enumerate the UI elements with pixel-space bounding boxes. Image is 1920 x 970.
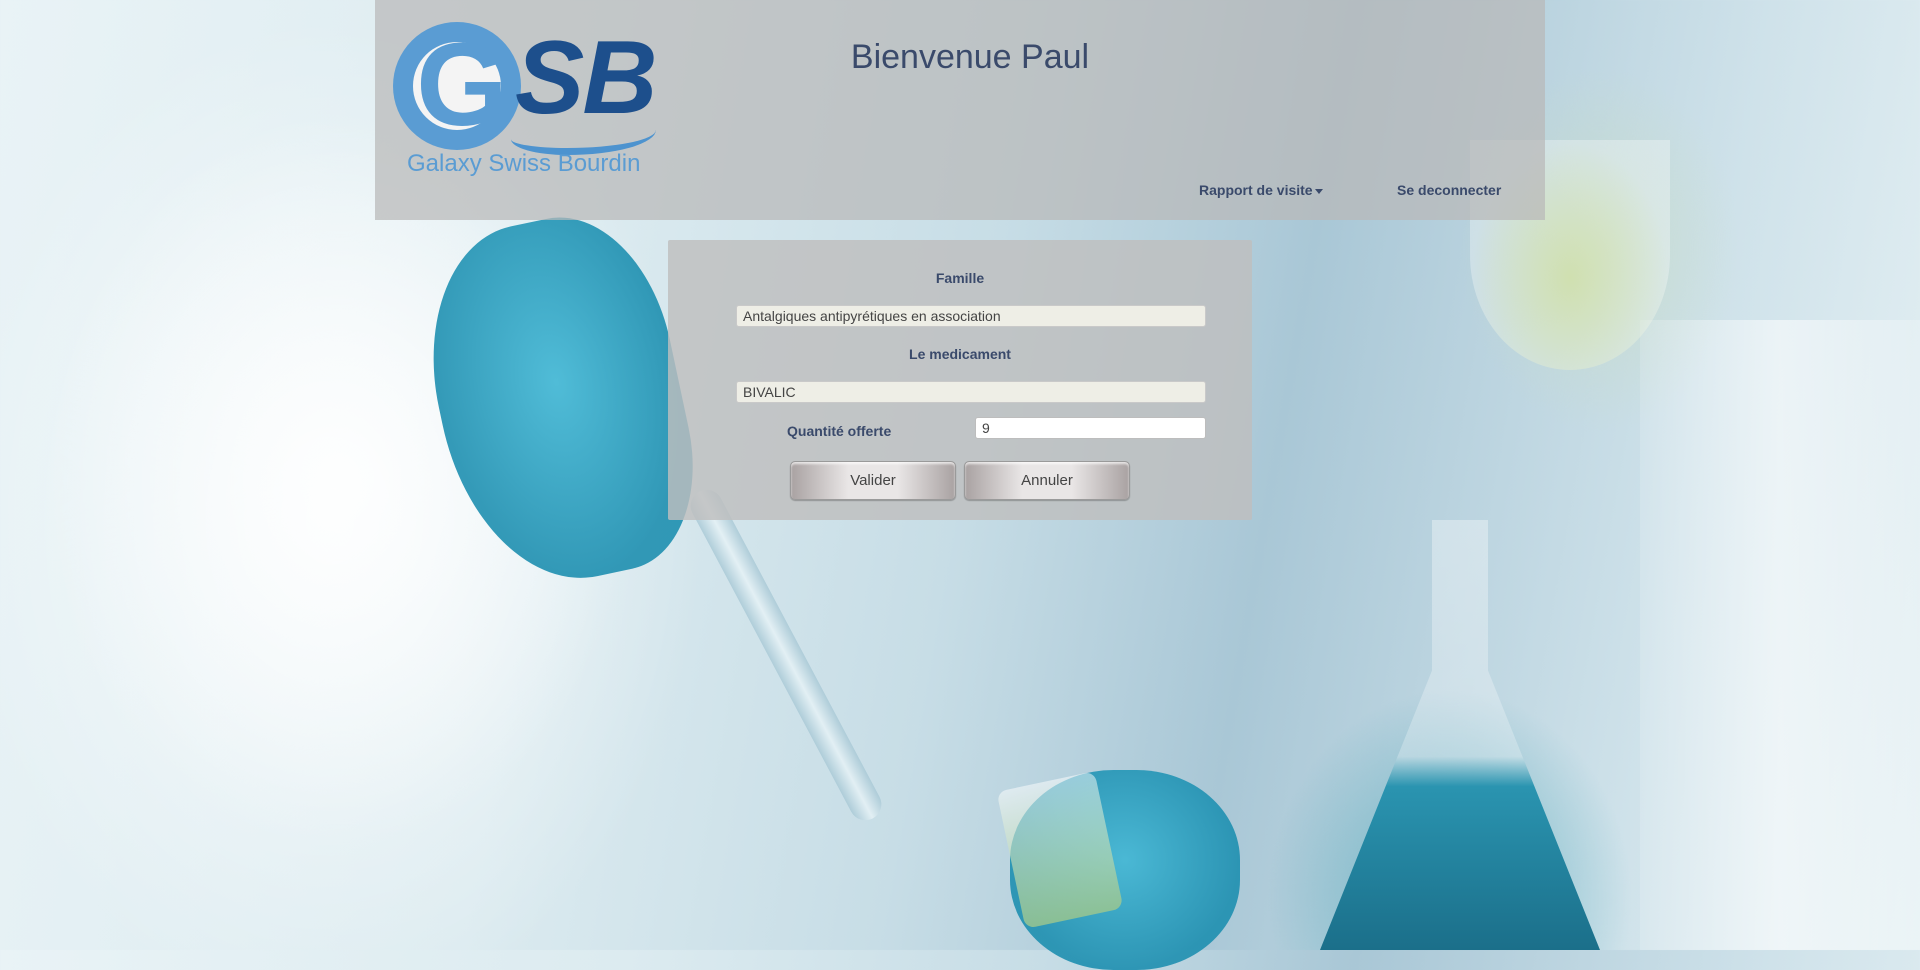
background-gloved-hand-vial bbox=[1010, 770, 1240, 970]
site-header: G SB Galaxy Swiss Bourdin Bienvenue Paul… bbox=[375, 0, 1545, 220]
offer-form-panel: Famille Antalgiques antipyrétiques en as… bbox=[668, 240, 1252, 520]
caret-down-icon bbox=[1314, 188, 1323, 194]
background-pipette bbox=[685, 484, 887, 826]
logo-tagline: Galaxy Swiss Bourdin bbox=[407, 150, 641, 177]
famille-label: Famille bbox=[935, 270, 985, 286]
background-vial bbox=[996, 771, 1124, 929]
quantite-label: Quantité offerte bbox=[787, 423, 892, 439]
nav-rapport-label: Rapport de visite bbox=[1199, 182, 1313, 198]
nav-rapport-de-visite-dropdown[interactable]: Rapport de visite bbox=[1199, 182, 1323, 198]
welcome-title: Bienvenue Paul bbox=[850, 38, 1090, 76]
logo-swoosh bbox=[511, 114, 656, 155]
background-glass-rack bbox=[1640, 320, 1920, 950]
nav-logout-link[interactable]: Se deconnecter bbox=[1397, 182, 1501, 198]
medicament-label: Le medicament bbox=[909, 346, 1011, 362]
quantite-input[interactable]: 9 bbox=[975, 417, 1206, 439]
annuler-button[interactable]: Annuler bbox=[964, 461, 1130, 500]
valider-button[interactable]: Valider bbox=[790, 461, 956, 500]
famille-select[interactable]: Antalgiques antipyrétiques en associatio… bbox=[736, 305, 1206, 327]
background-erlenmeyer-flask bbox=[1320, 520, 1600, 950]
medicament-select[interactable]: BIVALIC bbox=[736, 381, 1206, 403]
